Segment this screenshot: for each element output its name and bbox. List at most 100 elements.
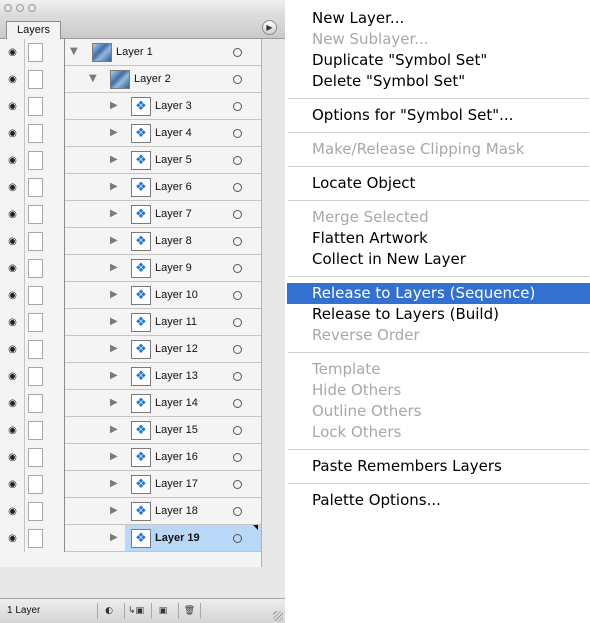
layer-row[interactable]: ◉ ▶ ❖ Layer 18 bbox=[0, 498, 261, 525]
disclosure-right-icon[interactable]: ▶ bbox=[110, 235, 118, 246]
visibility-eye-icon[interactable]: ◉ bbox=[2, 204, 23, 225]
lock-toggle-box[interactable] bbox=[28, 448, 43, 467]
disclosure-right-icon[interactable]: ▶ bbox=[110, 397, 118, 408]
lock-toggle-box[interactable] bbox=[28, 259, 43, 278]
disclosure-right-icon[interactable]: ▶ bbox=[110, 532, 118, 543]
visibility-eye-icon[interactable]: ◉ bbox=[2, 42, 23, 63]
visibility-eye-icon[interactable]: ◉ bbox=[2, 123, 23, 144]
create-sublayer-button[interactable]: ↳▣ bbox=[124, 603, 147, 619]
disclosure-right-icon[interactable]: ▶ bbox=[110, 100, 118, 111]
lock-toggle-box[interactable] bbox=[28, 367, 43, 386]
palette-menu-button[interactable]: ▶ bbox=[262, 20, 277, 35]
lock-toggle-box[interactable] bbox=[28, 502, 43, 521]
visibility-eye-icon[interactable]: ◉ bbox=[2, 285, 23, 306]
new-layer-button[interactable]: ▣ bbox=[151, 603, 174, 619]
menu-item[interactable]: Delete "Symbol Set" bbox=[287, 71, 590, 92]
target-circle-icon[interactable] bbox=[233, 48, 242, 57]
visibility-eye-icon[interactable]: ◉ bbox=[2, 177, 23, 198]
disclosure-right-icon[interactable]: ▶ bbox=[110, 370, 118, 381]
disclosure-right-icon[interactable]: ▶ bbox=[110, 262, 118, 273]
disclosure-right-icon[interactable]: ▶ bbox=[110, 181, 118, 192]
disclosure-right-icon[interactable]: ▶ bbox=[110, 451, 118, 462]
lock-toggle-box[interactable] bbox=[28, 178, 43, 197]
layer-row[interactable]: ◉ ▶ ❖ Layer 10 bbox=[0, 282, 261, 309]
disclosure-right-icon[interactable]: ▶ bbox=[110, 343, 118, 354]
lock-toggle-box[interactable] bbox=[28, 313, 43, 332]
zoom-window-button[interactable] bbox=[28, 4, 36, 12]
target-circle-icon[interactable] bbox=[233, 183, 242, 192]
visibility-eye-icon[interactable]: ◉ bbox=[2, 447, 23, 468]
target-circle-icon[interactable] bbox=[233, 534, 242, 543]
lock-toggle-box[interactable] bbox=[28, 43, 43, 62]
visibility-eye-icon[interactable]: ◉ bbox=[2, 366, 23, 387]
make-clipping-mask-button[interactable]: ◐ bbox=[97, 603, 120, 619]
disclosure-right-icon[interactable]: ▶ bbox=[110, 127, 118, 138]
visibility-eye-icon[interactable]: ◉ bbox=[2, 474, 23, 495]
menu-item[interactable]: New Layer... bbox=[287, 8, 590, 29]
disclosure-down-icon[interactable]: ▼ bbox=[70, 46, 78, 57]
disclosure-down-icon[interactable]: ▼ bbox=[89, 73, 97, 84]
menu-item[interactable]: Locate Object bbox=[287, 173, 590, 194]
visibility-eye-icon[interactable]: ◉ bbox=[2, 150, 23, 171]
disclosure-right-icon[interactable]: ▶ bbox=[110, 424, 118, 435]
visibility-eye-icon[interactable]: ◉ bbox=[2, 69, 23, 90]
layer-row[interactable]: ◉ ▶ ❖ Layer 12 bbox=[0, 336, 261, 363]
menu-item[interactable]: Options for "Symbol Set"... bbox=[287, 105, 590, 126]
menu-item[interactable]: Paste Remembers Layers bbox=[287, 456, 590, 477]
menu-item[interactable]: Release to Layers (Sequence) bbox=[287, 283, 590, 304]
layer-row[interactable]: ◉ ▼ Layer 2 bbox=[0, 66, 261, 93]
layer-row[interactable]: ◉ ▶ ❖ Layer 9 bbox=[0, 255, 261, 282]
target-circle-icon[interactable] bbox=[233, 210, 242, 219]
menu-item[interactable]: Duplicate "Symbol Set" bbox=[287, 50, 590, 71]
layer-row[interactable]: ◉ ▶ ❖ Layer 15 bbox=[0, 417, 261, 444]
visibility-eye-icon[interactable]: ◉ bbox=[2, 96, 23, 117]
visibility-eye-icon[interactable]: ◉ bbox=[2, 312, 23, 333]
target-circle-icon[interactable] bbox=[233, 237, 242, 246]
visibility-eye-icon[interactable]: ◉ bbox=[2, 501, 23, 522]
layer-row[interactable]: ◉ ▶ ❖ Layer 8 bbox=[0, 228, 261, 255]
target-circle-icon[interactable] bbox=[233, 426, 242, 435]
close-window-button[interactable] bbox=[4, 4, 12, 12]
lock-toggle-box[interactable] bbox=[28, 340, 43, 359]
target-circle-icon[interactable] bbox=[233, 264, 242, 273]
layer-row[interactable]: ◉ ▼ Layer 1 bbox=[0, 39, 261, 66]
menu-item[interactable]: Release to Layers (Build) bbox=[287, 304, 590, 325]
disclosure-right-icon[interactable]: ▶ bbox=[110, 154, 118, 165]
target-circle-icon[interactable] bbox=[233, 156, 242, 165]
disclosure-right-icon[interactable]: ▶ bbox=[110, 289, 118, 300]
minimize-window-button[interactable] bbox=[16, 4, 24, 12]
target-circle-icon[interactable] bbox=[233, 399, 242, 408]
visibility-eye-icon[interactable]: ◉ bbox=[2, 393, 23, 414]
lock-toggle-box[interactable] bbox=[28, 151, 43, 170]
target-circle-icon[interactable] bbox=[233, 507, 242, 516]
target-circle-icon[interactable] bbox=[233, 480, 242, 489]
layer-row[interactable]: ◉ ▶ ❖ Layer 7 bbox=[0, 201, 261, 228]
layers-tab[interactable]: Layers bbox=[6, 21, 61, 39]
visibility-eye-icon[interactable]: ◉ bbox=[2, 528, 23, 549]
layer-row[interactable]: ◉ ▶ ❖ Layer 4 bbox=[0, 120, 261, 147]
visibility-eye-icon[interactable]: ◉ bbox=[2, 258, 23, 279]
target-circle-icon[interactable] bbox=[233, 372, 242, 381]
palette-title-bar[interactable] bbox=[0, 0, 285, 17]
lock-toggle-box[interactable] bbox=[28, 529, 43, 548]
lock-toggle-box[interactable] bbox=[28, 394, 43, 413]
layer-row[interactable]: ◉ ▶ ❖ Layer 19 bbox=[0, 525, 261, 552]
lock-toggle-box[interactable] bbox=[28, 475, 43, 494]
lock-toggle-box[interactable] bbox=[28, 286, 43, 305]
delete-layer-button[interactable]: 🗑 bbox=[178, 603, 201, 619]
menu-item[interactable]: Collect in New Layer bbox=[287, 249, 590, 270]
resize-grip[interactable] bbox=[273, 611, 283, 621]
lock-toggle-box[interactable] bbox=[28, 97, 43, 116]
layer-row[interactable]: ◉ ▶ ❖ Layer 14 bbox=[0, 390, 261, 417]
visibility-eye-icon[interactable]: ◉ bbox=[2, 231, 23, 252]
lock-toggle-box[interactable] bbox=[28, 205, 43, 224]
disclosure-right-icon[interactable]: ▶ bbox=[110, 316, 118, 327]
target-circle-icon[interactable] bbox=[233, 129, 242, 138]
layer-row[interactable]: ◉ ▶ ❖ Layer 6 bbox=[0, 174, 261, 201]
disclosure-right-icon[interactable]: ▶ bbox=[110, 505, 118, 516]
menu-item[interactable]: Flatten Artwork bbox=[287, 228, 590, 249]
lock-toggle-box[interactable] bbox=[28, 124, 43, 143]
layer-row[interactable]: ◉ ▶ ❖ Layer 17 bbox=[0, 471, 261, 498]
layer-row[interactable]: ◉ ▶ ❖ Layer 5 bbox=[0, 147, 261, 174]
menu-item[interactable]: Palette Options... bbox=[287, 490, 590, 511]
